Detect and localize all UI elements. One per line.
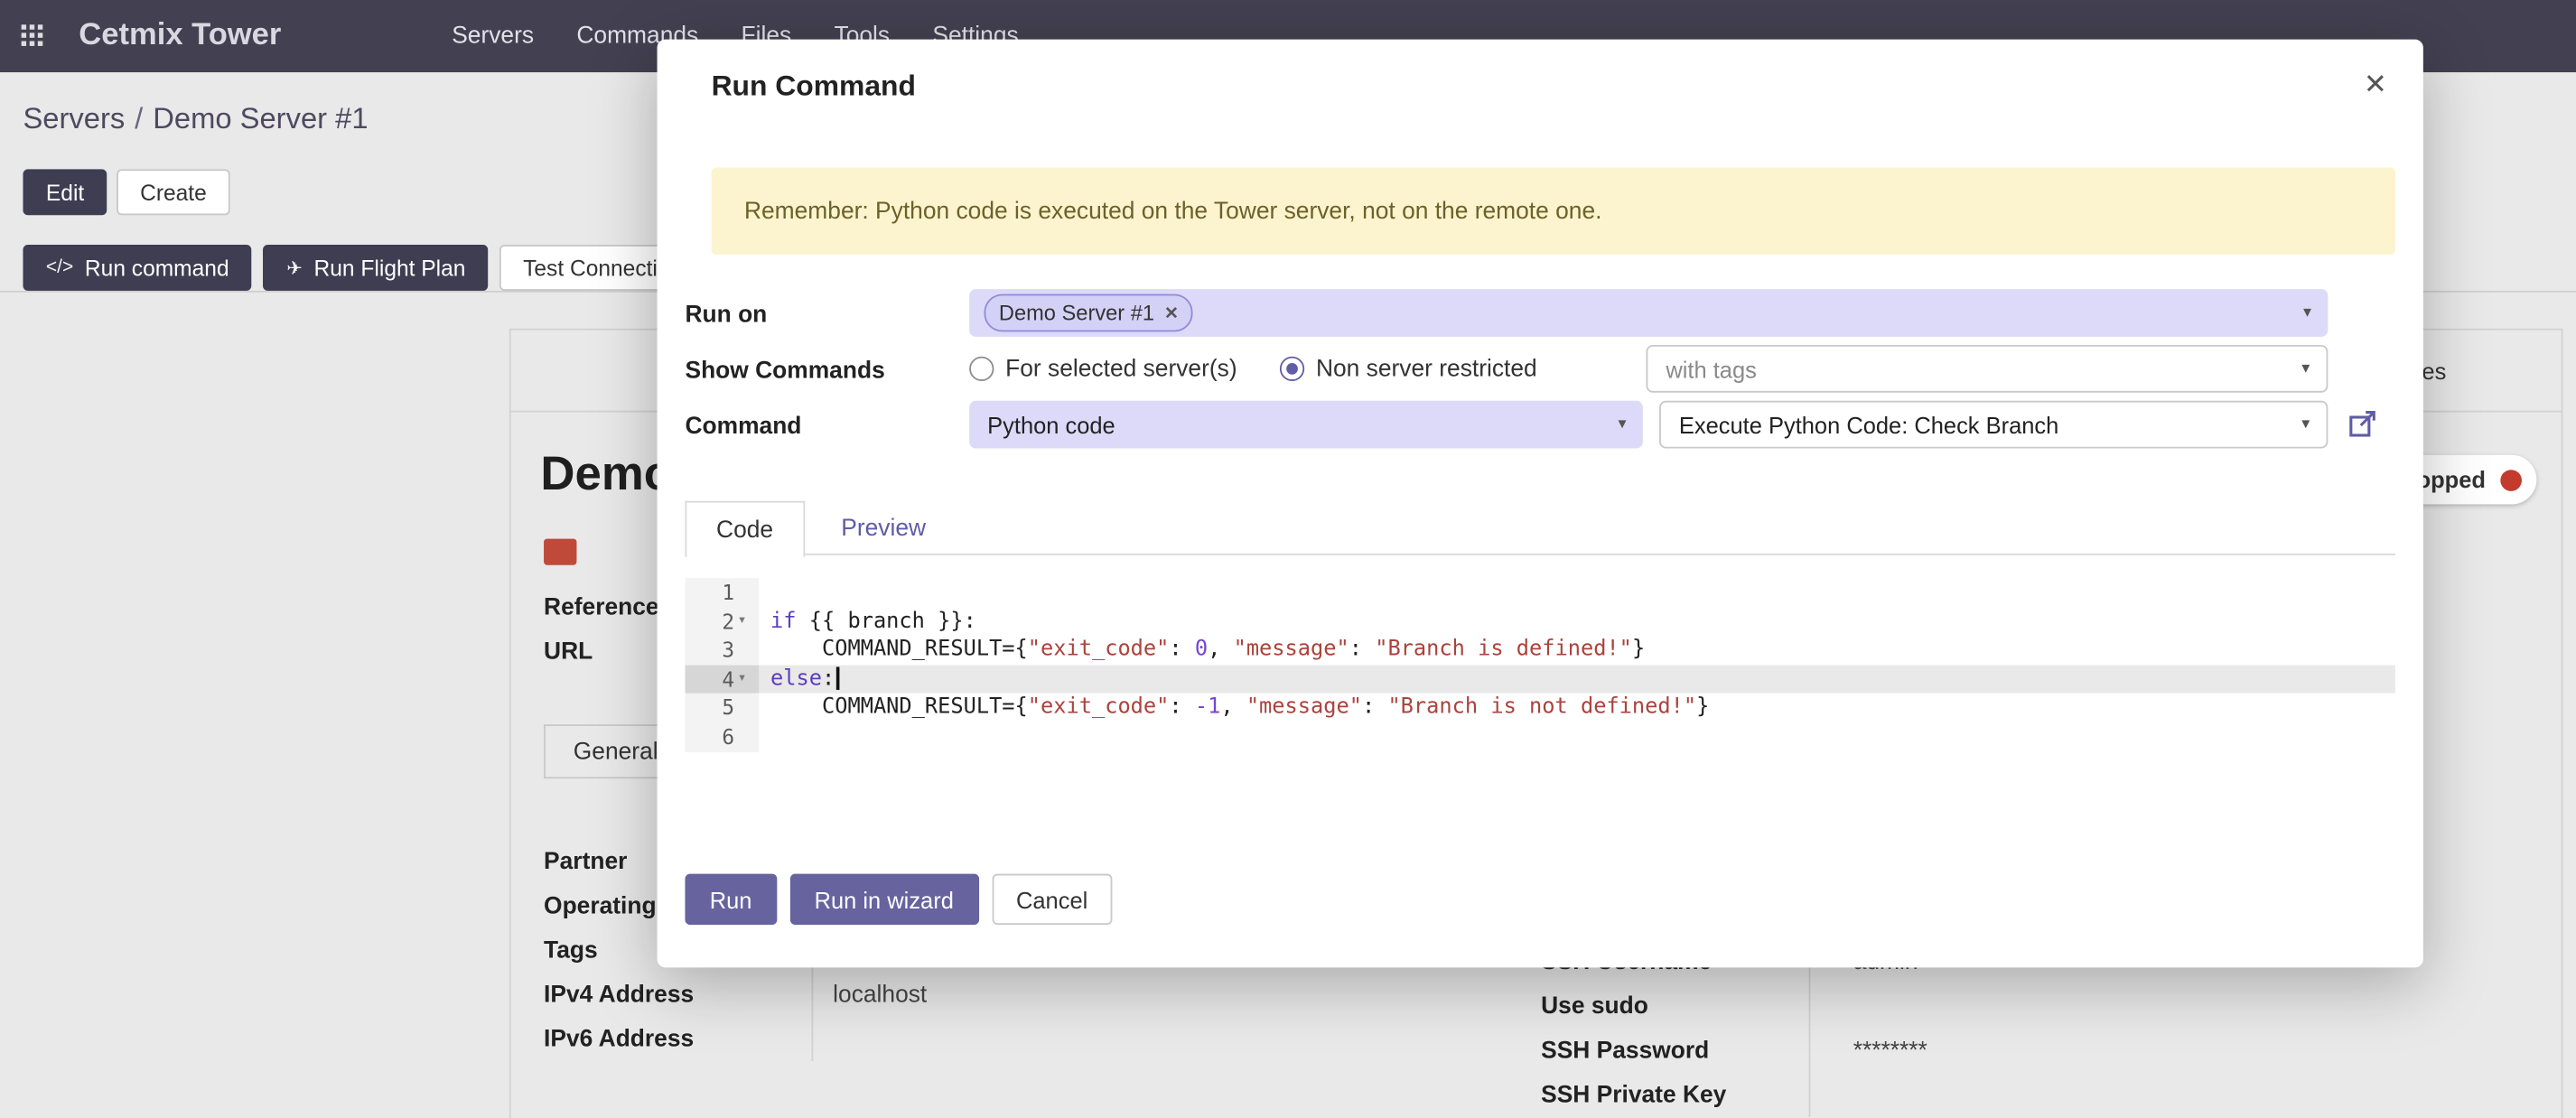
tab-preview[interactable]: Preview (815, 501, 952, 555)
run-flight-plan-button[interactable]: ✈ Run Flight Plan (264, 245, 489, 291)
field-row: SSH Password ******** (1541, 1029, 2215, 1073)
breadcrumb-servers[interactable]: Servers (23, 102, 125, 135)
field-row: Use sudo (1541, 984, 2215, 1029)
editor-gutter: 12▾34▾56 (685, 578, 759, 752)
screen: Cetmix Tower Servers Commands Files Tool… (0, 0, 2576, 1118)
form-buttons-row: Edit Create (23, 169, 229, 215)
radio-for-selected-servers[interactable] (969, 357, 994, 381)
field-value: localhost (812, 973, 1195, 1017)
run-in-wizard-button[interactable]: Run in wizard (789, 874, 978, 925)
gutter-line[interactable]: 2▾ (685, 607, 759, 636)
radio-non-server-restricted[interactable] (1280, 357, 1304, 381)
apps-grid-icon[interactable] (22, 24, 44, 47)
chevron-down-icon[interactable]: ▾ (2301, 415, 2310, 433)
run-command-button[interactable]: </> Run command (23, 245, 252, 291)
show-commands-radios: For selected server(s) Non server restri… (969, 345, 1537, 393)
breadcrumb-current: Demo Server #1 (153, 102, 368, 135)
gutter-line[interactable]: 1 (685, 578, 759, 607)
menu-servers[interactable]: Servers (452, 23, 534, 49)
warning-alert: Remember: Python code is executed on the… (712, 168, 2395, 255)
field-row: IPv4 Address localhost (544, 973, 1194, 1017)
paper-plane-icon: ✈ (286, 256, 303, 279)
field-label: IPv4 Address (544, 973, 811, 1017)
server-chip[interactable]: Demo Server #1 ✕ (985, 294, 1194, 332)
modal-footer: Run Run in wizard Cancel (685, 874, 1112, 925)
edit-button[interactable]: Edit (23, 169, 107, 215)
run-on-label: Run on (685, 299, 767, 331)
code-line[interactable]: COMMAND_RESULT={"exit_code": -1, "messag… (759, 694, 2395, 722)
code-line[interactable]: COMMAND_RESULT={"exit_code": 0, "message… (759, 636, 2395, 665)
run-on-select[interactable]: Demo Server #1 ✕ ▾ (969, 289, 2328, 337)
field-label: SSH Private Key (1541, 1073, 1808, 1117)
external-link-icon[interactable] (2346, 407, 2378, 440)
code-line[interactable]: else: (759, 665, 2395, 694)
radio-for-selected-servers-label[interactable]: For selected server(s) (1005, 356, 1237, 382)
create-button[interactable]: Create (117, 169, 230, 215)
field-row: SSH Private Key (1541, 1073, 2215, 1117)
chevron-down-icon[interactable]: ▾ (2303, 303, 2311, 321)
field-row: IPv6 Address (544, 1017, 1194, 1061)
field-value: ******** (1809, 1029, 2215, 1073)
chevron-down-icon[interactable]: ▾ (1619, 415, 1627, 433)
action-buttons-row: </> Run command ✈ Run Flight Plan Test C… (23, 245, 705, 291)
tab-code[interactable]: Code (685, 501, 804, 557)
gutter-line[interactable]: 5 (685, 694, 759, 722)
editor-lines: if {{ branch }}: COMMAND_RESULT={"exit_c… (759, 578, 2395, 750)
gutter-line[interactable]: 6 (685, 722, 759, 750)
modal-title: Run Command (712, 64, 916, 107)
field-label: Use sudo (1541, 984, 1808, 1029)
code-line[interactable]: if {{ branch }}: (759, 607, 2395, 636)
status-dot-icon (2500, 469, 2522, 490)
command-label: Command (685, 411, 801, 443)
tags-select[interactable]: with tags ▾ (1647, 345, 2329, 393)
server-color-swatch (544, 539, 576, 565)
breadcrumb: Servers / Demo Server #1 (23, 102, 368, 136)
field-label: IPv6 Address (544, 1017, 811, 1061)
code-icon: </> (46, 258, 73, 278)
field-value (1809, 984, 2215, 1029)
command-select[interactable]: Execute Python Code: Check Branch ▾ (1659, 401, 2328, 449)
radio-non-server-restricted-label[interactable]: Non server restricted (1316, 356, 1537, 382)
app-title[interactable]: Cetmix Tower (79, 18, 281, 54)
breadcrumb-separator: / (135, 102, 143, 135)
chevron-down-icon[interactable]: ▾ (2301, 359, 2310, 377)
field-label: SSH Password (1541, 1029, 1808, 1073)
run-command-modal: Run Command ✕ Remember: Python code is e… (658, 40, 2423, 968)
code-line[interactable] (759, 578, 2395, 607)
command-type-select[interactable]: Python code ▾ (969, 401, 1643, 449)
chip-remove-icon[interactable]: ✕ (1164, 303, 1179, 323)
run-button[interactable]: Run (685, 874, 776, 925)
field-value (1809, 1073, 2215, 1117)
gutter-line[interactable]: 3 (685, 636, 759, 665)
show-commands-label: Show Commands (685, 355, 884, 387)
close-icon[interactable]: ✕ (2364, 64, 2387, 107)
fold-icon[interactable]: ▾ (734, 613, 759, 629)
fold-icon[interactable]: ▾ (734, 671, 759, 687)
field-value (812, 1017, 1195, 1061)
text-cursor (836, 667, 839, 690)
code-editor[interactable]: 12▾34▾56 if {{ branch }}: COMMAND_RESULT… (685, 578, 2394, 752)
code-line[interactable] (759, 722, 2395, 750)
cancel-button[interactable]: Cancel (992, 874, 1113, 925)
gutter-line[interactable]: 4▾ (685, 665, 759, 694)
